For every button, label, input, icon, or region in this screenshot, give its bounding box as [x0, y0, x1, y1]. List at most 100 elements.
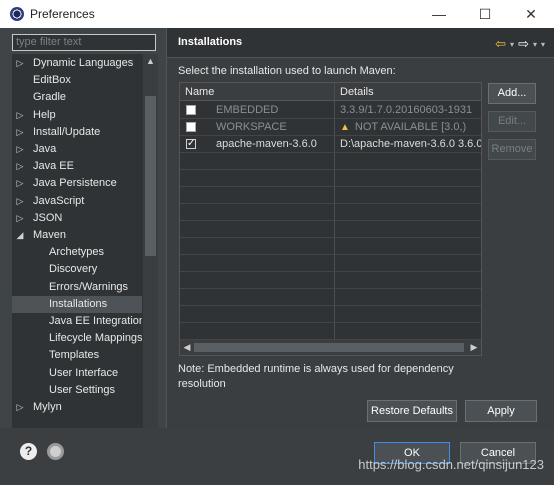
tree-item[interactable]: ▷ Dynamic Languages [12, 55, 142, 72]
installation-details: D:\apache-maven-3.6.0 3.6.0 [340, 138, 481, 150]
tree-item-label: User Settings [49, 383, 116, 396]
installation-checkbox[interactable]: ✓ [186, 139, 196, 149]
installation-name: WORKSPACE [216, 121, 287, 133]
collapsed-arrow-icon[interactable]: ▷ [15, 175, 25, 192]
tree-item-label: JSON [33, 211, 63, 224]
tree-item[interactable]: Errors/Warnings [12, 279, 142, 296]
table-row[interactable]: ✓ apache-maven-3.6.0 D:\apache-maven-3.6.0… [180, 136, 481, 153]
collapsed-arrow-icon[interactable]: ▷ [15, 193, 25, 210]
tree-item[interactable]: ▷ Java EE [12, 158, 142, 175]
page-header: Installations ⇦ ▾ ⇨ ▾ ▾ [167, 28, 554, 58]
scroll-right-icon[interactable]: ▶ [467, 340, 481, 355]
empty-table-row [180, 272, 481, 289]
collapsed-arrow-icon[interactable]: ▷ [15, 158, 25, 175]
minimize-button[interactable]: — [416, 0, 462, 28]
tree-item-label: Java Persistence [33, 177, 117, 190]
edit-button[interactable]: Edit... [488, 111, 536, 132]
maximize-button[interactable]: ☐ [462, 0, 508, 28]
scroll-left-icon[interactable]: ◀ [180, 340, 194, 355]
preferences-tree: ▷ Dynamic Languages EditBox Gradle ▷ Help ▷ Ins… [12, 54, 158, 439]
window-titlebar: Preferences — ☐ ✕ [0, 0, 554, 28]
tree-item-label: Discovery [49, 263, 98, 276]
back-menu-caret-icon[interactable]: ▾ [510, 36, 514, 52]
remove-button[interactable]: Remove [488, 139, 536, 160]
tree-scrollbar-thumb[interactable] [145, 96, 156, 256]
view-menu-caret-icon[interactable]: ▾ [541, 36, 545, 52]
forward-arrow-icon[interactable]: ⇨ [518, 36, 529, 52]
eclipse-logo-icon [10, 7, 24, 21]
collapsed-arrow-icon[interactable]: ▷ [15, 107, 25, 124]
help-icon[interactable]: ? [20, 443, 37, 460]
preferences-window: type filter text ▷ Dynamic Languages EditB… [0, 28, 554, 485]
tree-item-label: JavaScript [33, 194, 85, 207]
column-header-details[interactable]: Details [340, 86, 374, 98]
tree-item-label: Java EE Integration [49, 315, 142, 327]
warning-icon: ▲ [340, 122, 350, 133]
tree-scrollbar[interactable]: ▲ ▼ [143, 54, 158, 439]
tree-item[interactable]: Archetypes [12, 244, 142, 261]
collapsed-arrow-icon[interactable]: ▷ [15, 55, 25, 72]
tree-item[interactable]: Java EE Integration [12, 313, 142, 330]
add-button[interactable]: Add... [488, 83, 536, 104]
import-export-icon[interactable] [47, 443, 64, 460]
tree-item-label: Maven [33, 229, 67, 241]
tree-item[interactable]: ▷ JavaScript [12, 193, 142, 210]
installation-details: ▲ NOT AVAILABLE [3.0,) [340, 121, 481, 133]
table-row[interactable]: WORKSPACE ▲ NOT AVAILABLE [3.0,) [180, 119, 481, 136]
tree-item[interactable]: Templates [12, 347, 142, 364]
table-horizontal-scrollbar[interactable]: ◀ ▶ [180, 340, 481, 355]
tree-item-label: Dynamic Languages [33, 57, 134, 69]
tree-item-label: Archetypes [49, 246, 105, 259]
page-title: Installations [178, 36, 243, 48]
collapsed-arrow-icon[interactable]: ▷ [15, 399, 25, 416]
instruction-text: Select the installation used to launch M… [178, 65, 396, 77]
panel-splitter[interactable] [161, 28, 165, 428]
collapsed-arrow-icon[interactable]: ▷ [15, 124, 25, 141]
tree-item-label: Lifecycle Mappings [49, 332, 142, 345]
collapsed-arrow-icon[interactable]: ▷ [15, 210, 25, 227]
apply-button[interactable]: Apply [465, 400, 537, 422]
empty-table-row [180, 170, 481, 187]
empty-table-row [180, 255, 481, 272]
table-row[interactable]: EMBEDDED 3.3.9/1.7.0.20160603-1931 [180, 102, 481, 119]
empty-table-row [180, 306, 481, 323]
tree-item-label: Java EE [33, 160, 74, 173]
watermark-text: https://blog.csdn.net/qinsijun123 [358, 457, 544, 472]
empty-table-row [180, 153, 481, 170]
tree-item[interactable]: Lifecycle Mappings [12, 330, 142, 347]
empty-table-row [180, 221, 481, 238]
tree-item[interactable]: User Interface [12, 365, 142, 382]
back-arrow-icon[interactable]: ⇦ [495, 36, 506, 52]
tree-item-label: Java [33, 143, 57, 155]
installation-checkbox[interactable] [186, 105, 196, 115]
empty-table-row [180, 289, 481, 306]
tree-item[interactable]: ◢ Maven [12, 227, 142, 244]
tree-item[interactable]: Discovery [12, 261, 142, 278]
collapsed-arrow-icon[interactable]: ▷ [15, 141, 25, 158]
tree-item[interactable]: ▷ Install/Update [12, 124, 142, 141]
installation-details-text: NOT AVAILABLE [3.0,) [354, 121, 467, 133]
tree-item-label: Help [33, 108, 56, 121]
scroll-up-icon[interactable]: ▲ [143, 54, 158, 68]
table-scrollbar-thumb[interactable] [194, 343, 464, 352]
tree-item[interactable]: ▷ Java Persistence [12, 175, 142, 192]
installation-name: EMBEDDED [216, 104, 279, 116]
tree-item[interactable]: ▷ Java [12, 141, 142, 158]
tree-item-label: Install/Update [33, 125, 101, 138]
forward-menu-caret-icon[interactable]: ▾ [533, 36, 537, 52]
tree-item[interactable]: ▷ Mylyn [12, 399, 142, 416]
tree-item[interactable]: User Settings [12, 382, 142, 399]
expanded-arrow-icon[interactable]: ◢ [15, 227, 25, 244]
tree-item[interactable]: Installations [12, 295, 142, 313]
close-button[interactable]: ✕ [508, 0, 554, 28]
restore-defaults-button[interactable]: Restore Defaults [367, 400, 457, 422]
column-header-name[interactable]: Name [185, 86, 214, 98]
installations-table: Name Details EMBEDDED 3.3.9/1.7.0.2016060… [179, 82, 482, 356]
filter-input[interactable]: type filter text [12, 34, 156, 51]
tree-item[interactable]: EditBox [12, 72, 142, 89]
tree-item-label: Installations [49, 297, 108, 310]
installation-checkbox[interactable] [186, 122, 196, 132]
tree-item[interactable]: ▷ JSON [12, 210, 142, 227]
tree-item[interactable]: Gradle [12, 89, 142, 106]
tree-item[interactable]: ▷ Help [12, 107, 142, 124]
